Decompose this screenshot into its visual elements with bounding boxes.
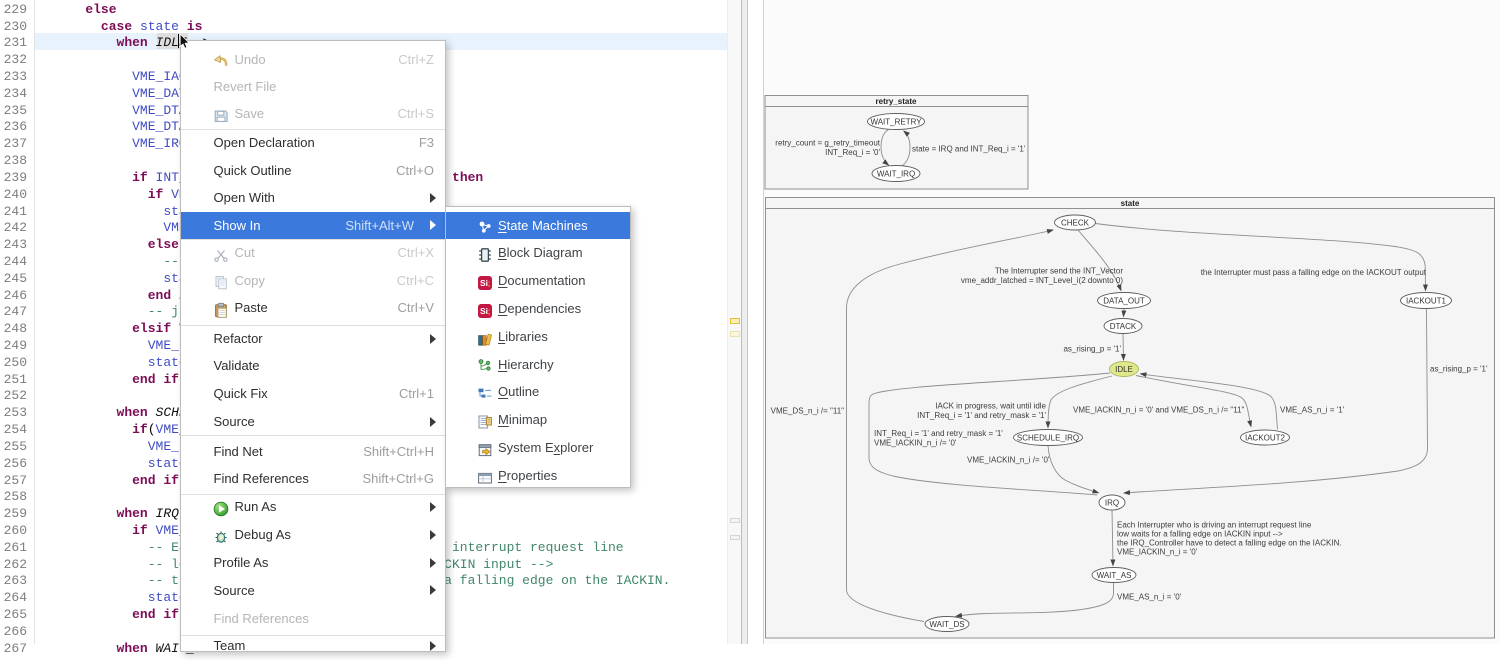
- svg-text:VME_IACKIN_n_i /= '0': VME_IACKIN_n_i /= '0': [874, 439, 957, 448]
- svg-text:INT_Req_i = '0': INT_Req_i = '0': [825, 148, 880, 157]
- svg-text:CHECK: CHECK: [1061, 218, 1090, 227]
- svg-text:retry_state: retry_state: [876, 97, 917, 106]
- svg-text:DTACK: DTACK: [1110, 322, 1137, 331]
- svg-text:VME_DS_n_i /= "11": VME_DS_n_i /= "11": [771, 407, 845, 416]
- svg-text:the IRQ_Controller have to det: the IRQ_Controller have to detect a fall…: [1117, 539, 1342, 548]
- svg-text:VME_IACKIN_n_i /= '0': VME_IACKIN_n_i /= '0': [967, 456, 1050, 465]
- svg-text:VME_AS_n_i = '0': VME_AS_n_i = '0': [1117, 593, 1182, 602]
- svg-text:the Interrupter must pass a fa: the Interrupter must pass a falling edge…: [1201, 268, 1427, 277]
- svg-text:WAIT_AS: WAIT_AS: [1097, 571, 1132, 580]
- svg-text:INT_Req_i = '1' and retry_mask: INT_Req_i = '1' and retry_mask = '1': [874, 429, 1003, 438]
- svg-text:VME_AS_n_i = '1': VME_AS_n_i = '1': [1280, 406, 1345, 415]
- svg-text:WAIT_DS: WAIT_DS: [929, 620, 964, 629]
- svg-text:state: state: [1121, 199, 1140, 208]
- svg-text:WAIT_RETRY: WAIT_RETRY: [870, 117, 922, 126]
- svg-text:The Interrupter send the INT_V: The Interrupter send the INT_Vector: [995, 267, 1123, 276]
- svg-text:IACKOUT2: IACKOUT2: [1245, 433, 1286, 442]
- svg-text:low waits for a falling edge o: low waits for a falling edge on IACKIN i…: [1117, 530, 1283, 539]
- svg-text:retry_count = g_retry_timeout: retry_count = g_retry_timeout: [775, 139, 880, 148]
- svg-text:VME_IACKIN_n_i = '0' and VME_D: VME_IACKIN_n_i = '0' and VME_DS_n_i /= "…: [1073, 406, 1245, 415]
- svg-text:as_rising_p = '1': as_rising_p = '1': [1063, 345, 1121, 354]
- svg-text:state = IRQ and INT_Req_i = '1: state = IRQ and INT_Req_i = '1': [912, 145, 1026, 154]
- svg-text:WAIT_IRQ: WAIT_IRQ: [877, 169, 915, 178]
- svg-text:;: ;: [488, 278, 491, 288]
- svg-text:Each Interrupter who is drivin: Each Interrupter who is driving an inter…: [1117, 521, 1312, 530]
- svg-text:DATA_OUT: DATA_OUT: [1103, 296, 1145, 305]
- svg-text:IACKOUT1: IACKOUT1: [1406, 296, 1447, 305]
- svg-text:IRQ: IRQ: [1105, 498, 1119, 507]
- svg-text:IACK in progress, wait until i: IACK in progress, wait until idle: [935, 402, 1046, 411]
- svg-text:vme_addr_latched = INT_Level_i: vme_addr_latched = INT_Level_i(2 downto …: [961, 276, 1123, 285]
- svg-text:;: ;: [488, 306, 491, 316]
- svg-text:as_rising_p = '1': as_rising_p = '1': [1430, 365, 1488, 374]
- svg-text:VME_IACKIN_n_i = '0': VME_IACKIN_n_i = '0': [1117, 548, 1198, 557]
- svg-text:INT_Req_i = '1' and retry_mask: INT_Req_i = '1' and retry_mask = '1': [917, 411, 1046, 420]
- svg-text:IDLE: IDLE: [1115, 365, 1133, 374]
- svg-text:SCHEDULE_IRQ: SCHEDULE_IRQ: [1017, 433, 1079, 442]
